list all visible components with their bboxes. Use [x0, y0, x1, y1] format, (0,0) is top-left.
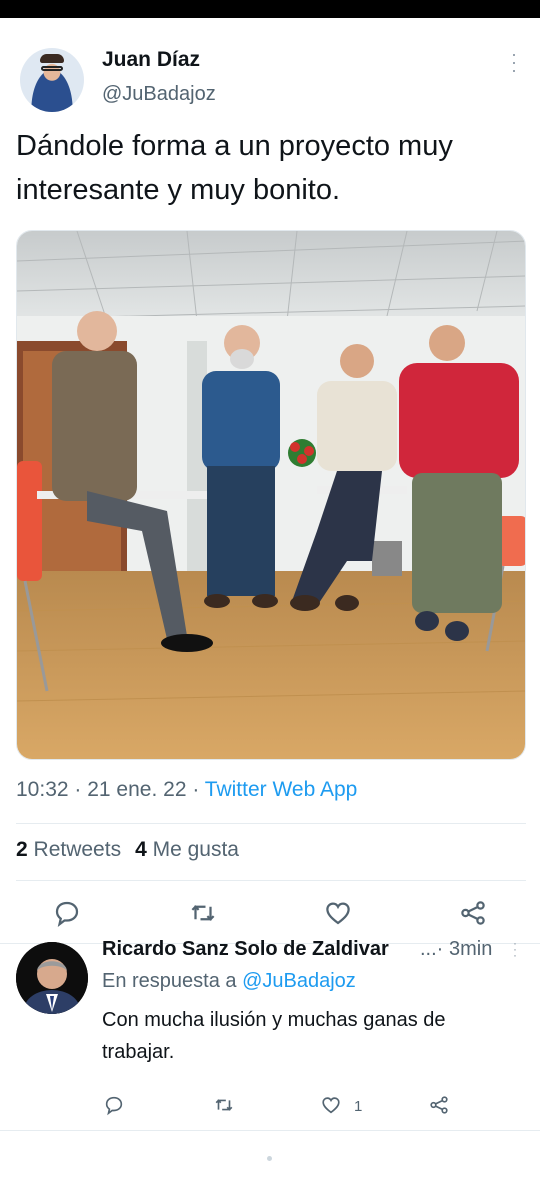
reply-actions	[0, 1094, 540, 1116]
meta-separator-2: ·	[186, 778, 205, 801]
heart-icon[interactable]	[320, 1094, 342, 1116]
tweet-actions	[0, 898, 540, 928]
retweet-icon[interactable]	[188, 898, 218, 928]
author-name[interactable]: Juan Díaz	[102, 48, 200, 72]
reply-to-line: En respuesta a @JuBadajoz	[102, 970, 356, 993]
reply-icon[interactable]	[52, 898, 82, 928]
loading-dot	[267, 1156, 272, 1161]
divider	[16, 823, 526, 824]
author-handle[interactable]: @JuBadajoz	[102, 83, 216, 106]
source-app-link[interactable]: Twitter Web App	[205, 778, 358, 801]
divider	[0, 1130, 540, 1131]
likes-label[interactable]: Me gusta	[153, 838, 239, 861]
reply-to-handle[interactable]: @JuBadajoz	[242, 970, 356, 992]
retweets-label[interactable]: Retweets	[34, 838, 122, 861]
tweet-stats: 2 Retweets 4 Me gusta	[16, 838, 239, 862]
more-vertical-icon[interactable]: · · ·	[504, 45, 524, 79]
share-icon[interactable]	[458, 898, 488, 928]
tweet-photo[interactable]	[16, 230, 526, 760]
retweets-count[interactable]: 2	[16, 838, 28, 861]
reply-icon[interactable]	[103, 1094, 125, 1116]
retweet-icon[interactable]	[213, 1094, 235, 1116]
reply-time: 3min	[449, 938, 493, 960]
reply-avatar[interactable]	[16, 942, 88, 1014]
meta-separator-1: ·	[68, 778, 88, 801]
heart-icon[interactable]	[323, 898, 353, 928]
status-bar	[0, 0, 540, 18]
divider	[16, 880, 526, 881]
tweet-time: 10:32	[16, 778, 69, 801]
tweet-text: Dándole forma a un proyecto muy interesa…	[16, 130, 453, 206]
reply-name-ellipsis: ...·	[420, 938, 444, 960]
share-icon[interactable]	[428, 1094, 450, 1116]
tweet-meta: 10:32 · 21 ene. 22 · Twitter Web App	[16, 778, 357, 802]
more-vertical-icon[interactable]: · · ·	[510, 937, 520, 961]
reply-like-count: 1	[354, 1098, 363, 1115]
reply-to-label: En respuesta a	[102, 970, 237, 992]
avatar-hair	[40, 54, 64, 63]
likes-count[interactable]: 4	[135, 838, 147, 861]
tweet-date: 21 ene. 22	[87, 778, 187, 801]
person-4	[399, 325, 519, 641]
reply-text: Con mucha ilusión y muchas ganas de trab…	[102, 1009, 446, 1063]
reply-author-name[interactable]: Ricardo Sanz Solo de Zaldivar	[102, 938, 442, 961]
avatar-glasses	[41, 66, 63, 71]
author-avatar[interactable]	[20, 48, 84, 112]
